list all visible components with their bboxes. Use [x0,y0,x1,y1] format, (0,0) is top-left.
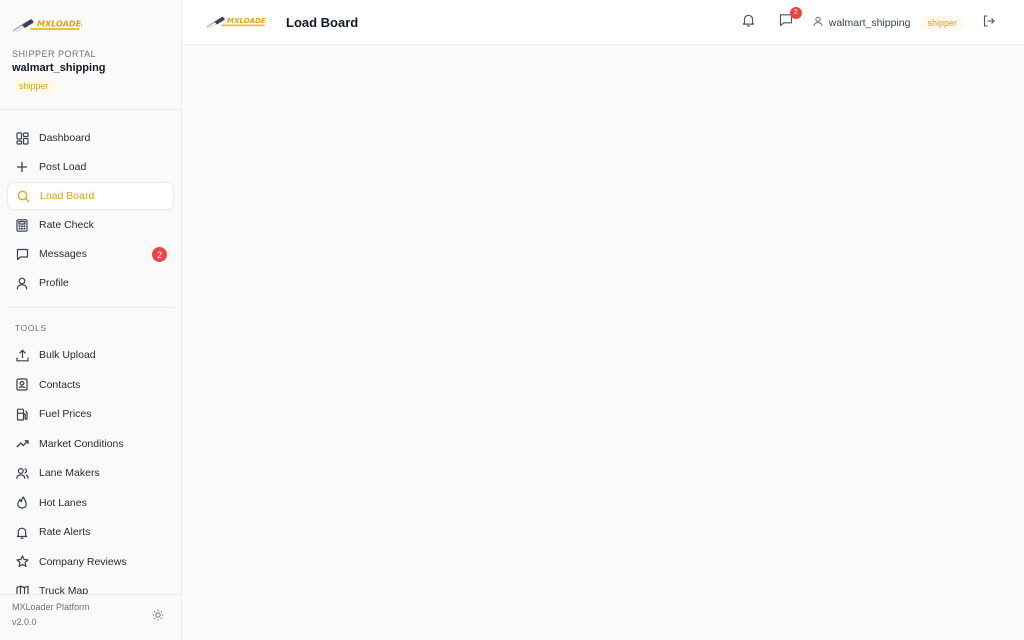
nav-label: Lane Makers [39,467,100,480]
nav-item-rate-alerts[interactable]: Rate Alerts [7,518,174,547]
nav-label: Market Conditions [39,437,124,450]
user-icon [15,276,29,290]
portal-username: walmart_shipping [12,62,106,74]
nav-item-profile[interactable]: Profile [7,269,174,297]
upload-icon [15,348,29,362]
nav-label: Bulk Upload [39,349,96,362]
messages-count-badge: 2 [152,247,167,262]
users-icon [15,466,29,480]
logout-button[interactable] [980,14,998,32]
page-title: Load Board [286,14,359,30]
dashboard-icon [15,131,29,145]
bell-icon [15,525,29,539]
calculator-icon [15,218,29,232]
nav-item-messages[interactable]: Messages 2 [7,240,174,268]
sidebar: MXLOADER SHIPPER PORTAL walmart_shipping… [0,0,182,640]
mxloader-logo[interactable]: MXLOADER [12,14,169,36]
sidebar-footer: MXLoader Platform v2.0.0 [0,594,181,640]
nav-item-market-conditions[interactable]: Market Conditions [7,430,174,459]
theme-toggle-button[interactable] [150,609,166,625]
nav-label: Rate Alerts [39,526,91,539]
nav-item-load-board[interactable]: Load Board [7,182,174,210]
nav-item-dashboard[interactable]: Dashboard [7,124,174,152]
nav-label: Rate Check [39,219,94,231]
nav-label: Load Board [40,190,95,202]
load-board-content [182,45,1024,640]
top-bar-role-badge: shipper [920,15,964,30]
nav-label: Fuel Prices [39,408,92,421]
nav-item-rate-check[interactable]: Rate Check [7,211,174,239]
top-bar-username: walmart_shipping [828,16,911,29]
platform-version: v2.0.0 [12,617,37,627]
sidebar-brand: MXLOADER SHIPPER PORTAL walmart_shipping… [0,0,181,110]
nav-label: Company Reviews [39,555,127,568]
nav-item-contacts[interactable]: Contacts [7,371,174,400]
top-bar-actions: 2 walmart_shipping shipper [740,0,998,45]
mxloader-logo[interactable]: MXLOADER [206,11,266,33]
plus-icon [15,160,29,174]
messages-count-badge: 2 [789,6,802,19]
role-badge: shipper [12,79,56,93]
contacts-icon [15,378,29,392]
tools-nav: Bulk Upload Contacts Fuel Prices Market … [0,341,181,607]
portal-label: SHIPPER PORTAL [12,49,97,59]
search-icon [16,189,30,203]
trending-up-icon [15,437,29,451]
fuel-icon [15,407,29,421]
message-icon [15,247,29,261]
nav-label: Dashboard [39,132,91,144]
svg-text:MXLOADER: MXLOADER [37,20,82,29]
bell-icon [742,13,755,32]
main-area: MXLOADER Load Board 2 [182,0,1024,640]
nav-item-lane-makers[interactable]: Lane Makers [7,459,174,488]
sun-icon [152,608,164,626]
tools-section-label: TOOLS [15,323,47,333]
nav-label: Contacts [39,378,81,391]
user-icon [813,14,823,32]
platform-name: MXLoader Platform [12,602,90,612]
nav-item-company-reviews[interactable]: Company Reviews [7,548,174,577]
nav-label: Messages [39,248,87,260]
user-menu[interactable]: walmart_shipping shipper [813,14,964,32]
messages-button[interactable]: 2 [777,6,802,32]
nav-item-post-load[interactable]: Post Load [7,153,174,181]
nav-item-fuel-prices[interactable]: Fuel Prices [7,400,174,429]
svg-text:MXLOADER: MXLOADER [227,17,266,25]
notifications-button[interactable] [740,14,758,32]
nav-item-bulk-upload[interactable]: Bulk Upload [7,341,174,370]
star-icon [15,555,29,569]
flame-icon [15,496,29,510]
top-bar: MXLOADER Load Board 2 [182,0,1024,45]
main-nav: Dashboard Post Load Load Board Rate Chec… [0,110,181,308]
nav-label: Hot Lanes [39,496,87,509]
nav-label: Profile [39,277,69,289]
nav-label: Post Load [39,161,87,173]
nav-item-hot-lanes[interactable]: Hot Lanes [7,489,174,518]
logout-icon [983,14,995,32]
